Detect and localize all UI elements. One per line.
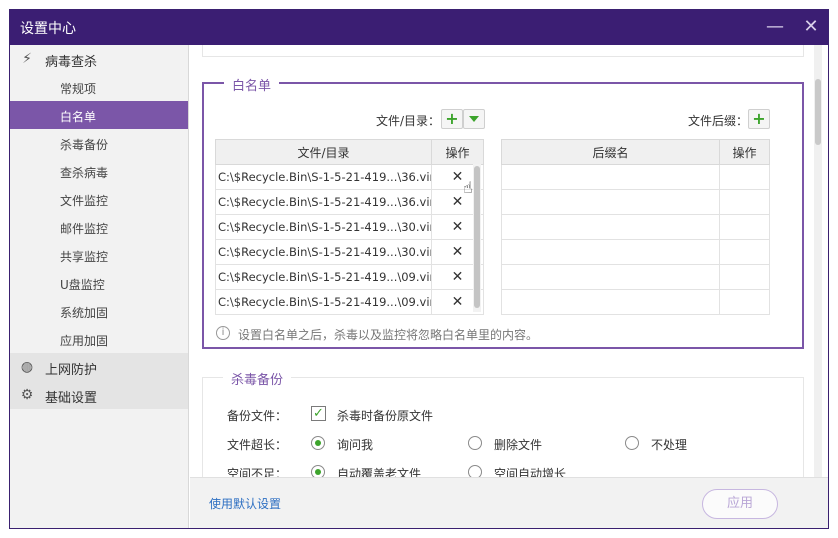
- sidebar-item-label: 杀毒备份: [60, 138, 109, 152]
- oversize-ask-label: 询问我: [337, 438, 374, 452]
- sidebar-group-basic-settings[interactable]: ⚙ 基础设置: [10, 381, 188, 409]
- table-row: [501, 289, 770, 315]
- sidebar-group-web-protection[interactable]: ◍ 上网防护: [10, 353, 188, 381]
- sidebar-item-mail-monitor[interactable]: 邮件监控: [10, 213, 188, 241]
- add-file-button[interactable]: +: [441, 109, 463, 129]
- backup-file-label: 备份文件：: [227, 409, 288, 423]
- sidebar: ⚡ 病毒查杀 常规项 白名单 杀毒备份 查杀病毒 文件监控 邮件监控 共享监控 …: [10, 45, 189, 528]
- content-scrollbar[interactable]: [814, 45, 822, 477]
- sidebar-group-label: 病毒查杀: [45, 55, 98, 70]
- lightning-icon: ⚡: [22, 51, 32, 67]
- suffix-label: 文件后缀：: [688, 114, 749, 128]
- sidebar-group-label: 上网防护: [45, 363, 98, 378]
- sidebar-item-label: 应用加固: [60, 334, 109, 348]
- sidebar-item-label: 白名单: [60, 110, 97, 124]
- file-path: C:\$Recycle.Bin\S-1-5-21-419...\09.vir: [215, 289, 432, 315]
- table-row[interactable]: C:\$Recycle.Bin\S-1-5-21-419...\09.vir ✕: [215, 264, 484, 290]
- sidebar-item-usb-monitor[interactable]: U盘监控: [10, 269, 188, 297]
- file-path: C:\$Recycle.Bin\S-1-5-21-419...\30.vir: [215, 239, 432, 265]
- settings-scroll-area: 白名单 文件/目录： + 文件后缀： + 文件/目录 操作 C:\$Recycl…: [190, 45, 828, 477]
- suffix-table: 后缀名 操作: [501, 139, 770, 315]
- op-column-header: 操作: [431, 139, 484, 165]
- section-title: 白名单: [224, 75, 280, 94]
- sidebar-item-label: U盘监控: [60, 278, 105, 292]
- backup-file-checkbox[interactable]: ✓: [311, 406, 326, 421]
- oversize-delete-radio[interactable]: [468, 436, 482, 450]
- space-label: 空间不足：: [227, 467, 288, 477]
- sidebar-item-label: 系统加固: [60, 306, 109, 320]
- hand-cursor-icon: ☝: [463, 178, 473, 197]
- oversize-delete-label: 删除文件: [494, 438, 543, 452]
- add-suffix-button[interactable]: +: [748, 109, 770, 129]
- table-row[interactable]: C:\$Recycle.Bin\S-1-5-21-419...\30.vir ✕: [215, 239, 484, 265]
- oversize-label: 文件超长：: [227, 438, 288, 452]
- footer-bar: 使用默认设置 应用: [190, 477, 828, 528]
- close-icon[interactable]: ✕: [800, 16, 822, 38]
- whitelist-hint: 设置白名单之后，杀毒以及监控将忽略白名单里的内容。: [238, 328, 539, 342]
- sidebar-item-share-monitor[interactable]: 共享监控: [10, 241, 188, 269]
- sidebar-item-label: 文件监控: [60, 194, 109, 208]
- oversize-ignore-label: 不处理: [651, 438, 688, 452]
- oversize-ignore-radio[interactable]: [625, 436, 639, 450]
- space-grow-label: 空间自动增长: [494, 467, 567, 477]
- file-path: C:\$Recycle.Bin\S-1-5-21-419...\36.vir: [215, 189, 432, 215]
- table-row[interactable]: C:\$Recycle.Bin\S-1-5-21-419...\09.vir ✕: [215, 289, 484, 315]
- oversize-ask-radio[interactable]: [311, 436, 325, 450]
- globe-icon: ◍: [20, 359, 34, 375]
- file-path: C:\$Recycle.Bin\S-1-5-21-419...\09.vir: [215, 264, 432, 290]
- backup-file-option: 杀毒时备份原文件: [337, 409, 434, 423]
- sidebar-item-label: 常规项: [60, 82, 97, 96]
- sidebar-item-general[interactable]: 常规项: [10, 73, 188, 101]
- sidebar-group-virus-scan[interactable]: ⚡ 病毒查杀: [10, 45, 188, 73]
- sidebar-group-label: 基础设置: [45, 391, 98, 406]
- backup-section: 杀毒备份 备份文件： ✓ 杀毒时备份原文件 文件超长： 询问我 删除文件 不处理…: [202, 369, 804, 477]
- plus-icon: +: [752, 109, 766, 128]
- sidebar-item-label: 共享监控: [60, 250, 109, 264]
- previous-section-edge: [202, 45, 804, 57]
- table-row: [501, 214, 770, 240]
- content-panel: 白名单 文件/目录： + 文件后缀： + 文件/目录 操作 C:\$Recycl…: [190, 45, 828, 528]
- info-icon: i: [216, 326, 230, 340]
- sidebar-item-whitelist[interactable]: 白名单: [10, 101, 188, 129]
- sidebar-item-scan[interactable]: 查杀病毒: [10, 157, 188, 185]
- section-title: 杀毒备份: [223, 369, 292, 388]
- table-row[interactable]: C:\$Recycle.Bin\S-1-5-21-419...\30.vir ✕: [215, 214, 484, 240]
- plus-icon: +: [445, 109, 459, 128]
- file-path: C:\$Recycle.Bin\S-1-5-21-419...\36.vir: [215, 164, 432, 190]
- file-dir-label: 文件/目录：: [376, 114, 441, 128]
- table-row: [501, 264, 770, 290]
- file-path: C:\$Recycle.Bin\S-1-5-21-419...\30.vir: [215, 214, 432, 240]
- add-file-dropdown[interactable]: [463, 109, 485, 129]
- minimize-icon[interactable]: —: [764, 16, 786, 38]
- gear-icon: ⚙: [20, 387, 34, 403]
- whitelist-section: 白名单 文件/目录： + 文件后缀： + 文件/目录 操作 C:\$Recycl…: [202, 75, 804, 349]
- op-column-header: 操作: [719, 139, 770, 165]
- sidebar-item-app-hardening[interactable]: 应用加固: [10, 325, 188, 353]
- chevron-down-icon: [469, 116, 479, 122]
- suffix-column-header: 后缀名: [501, 139, 720, 165]
- reset-default-link[interactable]: 使用默认设置: [209, 495, 281, 512]
- space-grow-radio[interactable]: [468, 465, 482, 477]
- sidebar-item-label: 邮件监控: [60, 222, 109, 236]
- file-table: 文件/目录 操作 C:\$Recycle.Bin\S-1-5-21-419...…: [215, 139, 484, 315]
- title-bar: 设置中心 — ✕: [10, 10, 828, 45]
- table-row[interactable]: C:\$Recycle.Bin\S-1-5-21-419...\36.vir ✕: [215, 164, 484, 190]
- settings-window: 设置中心 — ✕ ⚡ 病毒查杀 常规项 白名单 杀毒备份 查杀病毒 文件监控 邮…: [9, 9, 829, 529]
- apply-button[interactable]: 应用: [702, 489, 778, 519]
- table-row: [501, 164, 770, 190]
- table-row: [501, 189, 770, 215]
- sidebar-item-backup[interactable]: 杀毒备份: [10, 129, 188, 157]
- scrollbar-thumb[interactable]: [815, 79, 821, 145]
- sidebar-item-system-hardening[interactable]: 系统加固: [10, 297, 188, 325]
- sidebar-item-label: 查杀病毒: [60, 166, 109, 180]
- sidebar-item-file-monitor[interactable]: 文件监控: [10, 185, 188, 213]
- space-overwrite-label: 自动覆盖老文件: [337, 467, 422, 477]
- table-row: [501, 239, 770, 265]
- table-row[interactable]: C:\$Recycle.Bin\S-1-5-21-419...\36.vir ✕: [215, 189, 484, 215]
- window-title: 设置中心: [20, 21, 76, 37]
- space-overwrite-radio[interactable]: [311, 465, 325, 477]
- file-column-header: 文件/目录: [215, 139, 432, 165]
